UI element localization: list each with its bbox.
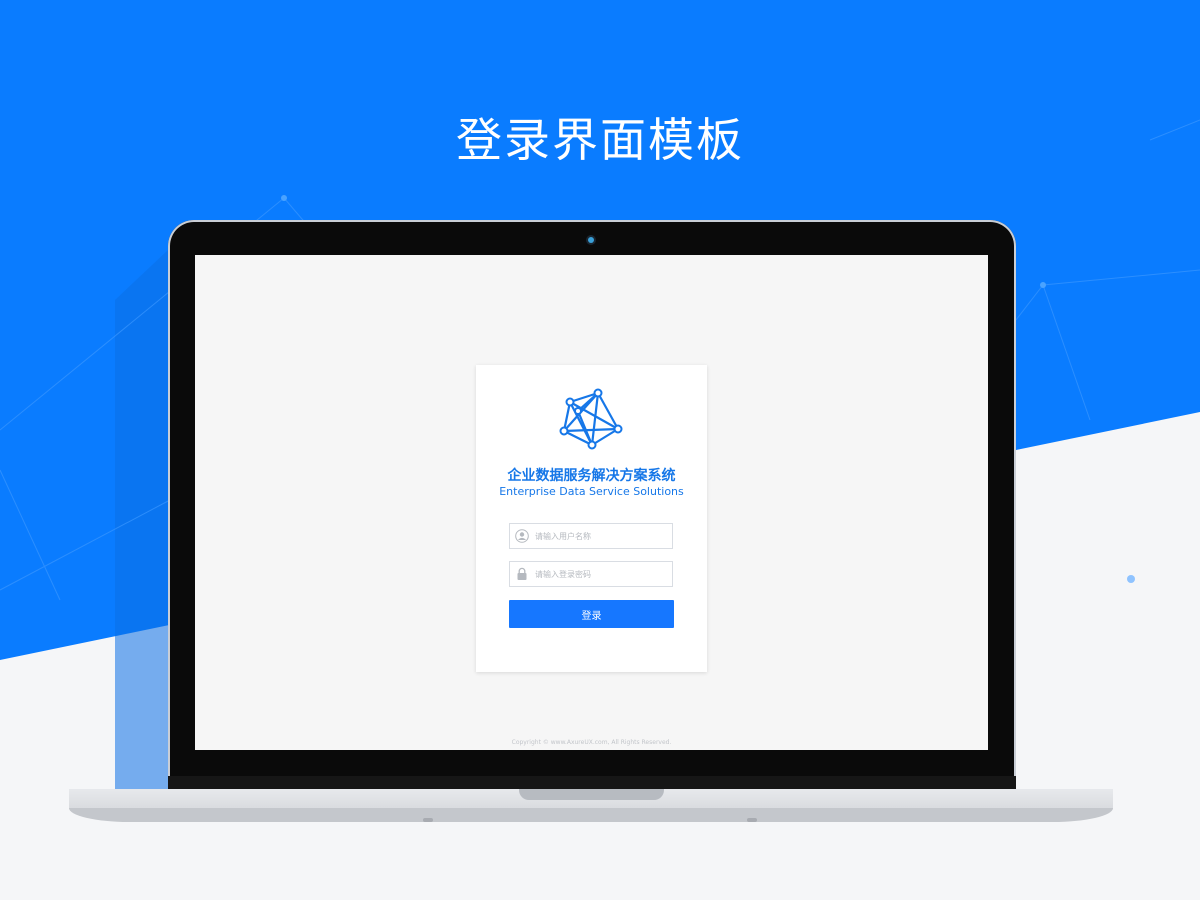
username-field[interactable] (509, 523, 673, 549)
lock-icon (515, 567, 529, 581)
laptop-notch (519, 789, 664, 800)
brand-name-cn: 企业数据服务解决方案系统 (507, 468, 676, 484)
laptop-foot (423, 818, 433, 822)
brand-name-en: Enterprise Data Service Solutions (499, 485, 684, 498)
laptop-screen: 企业数据服务解决方案系统 Enterprise Data Service Sol… (195, 255, 988, 750)
laptop-base-edge (69, 808, 1113, 822)
laptop-foot (747, 818, 757, 822)
copyright-text: Copyright © www.AxureUX.com, All Rights … (511, 739, 672, 746)
page-title: 登录界面模板 (456, 113, 744, 167)
network-logo-icon (559, 388, 623, 450)
camera-icon (588, 237, 594, 243)
login-card: 企业数据服务解决方案系统 Enterprise Data Service Sol… (476, 365, 707, 672)
user-icon (515, 529, 529, 543)
password-field[interactable] (509, 561, 673, 587)
laptop-chin (168, 776, 1016, 790)
login-button[interactable]: 登录 (509, 600, 674, 628)
username-input[interactable] (535, 531, 665, 541)
password-input[interactable] (535, 569, 665, 579)
